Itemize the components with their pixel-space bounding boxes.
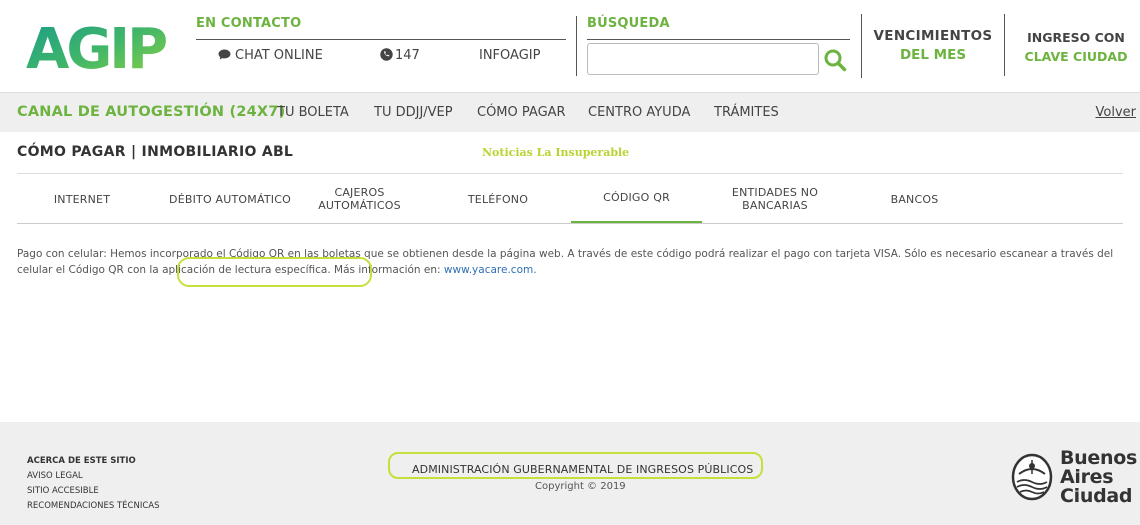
tab-entidades-line1: ENTIDADES NO <box>731 186 819 199</box>
page-title: CÓMO PAGAR | INMOBILIARIO ABL <box>17 144 294 160</box>
main-nav: CANAL DE AUTOGESTIÓN (24X7) TU BOLETA TU… <box>0 92 1140 132</box>
nav-item-tu-ddjj-vep[interactable]: TU DDJJ/VEP <box>374 105 453 120</box>
search-divider <box>587 39 850 40</box>
chat-online-label: CHAT ONLINE <box>235 48 323 63</box>
qr-info-paragraph: Pago con celular: Hemos incorporado el C… <box>17 247 1137 278</box>
tabs-divider <box>17 223 1123 224</box>
nav-brand[interactable]: CANAL DE AUTOGESTIÓN (24X7) <box>17 104 285 120</box>
news-label: Noticias La Insuperable <box>482 146 630 159</box>
site-header: AGIP EN CONTACTO CHAT ONLINE 147 INFOAGI… <box>0 0 1140 92</box>
phone-icon <box>380 48 393 61</box>
yacare-link[interactable]: www.yacare.com. <box>444 264 537 276</box>
infoagip-link[interactable]: INFOAGIP <box>479 48 540 63</box>
search-button[interactable] <box>821 46 849 74</box>
tab-internet[interactable]: INTERNET <box>37 174 127 224</box>
page: AGIP EN CONTACTO CHAT ONLINE 147 INFOAGI… <box>0 0 1140 525</box>
vencimientos-line1: VENCIMIENTOS <box>873 28 993 44</box>
nav-item-centro-ayuda[interactable]: CENTRO AYUDA <box>588 105 690 120</box>
chat-bubble-icon <box>218 49 231 60</box>
footer-accessible-link[interactable]: SITIO ACCESIBLE <box>27 484 160 499</box>
search-input[interactable] <box>587 43 819 75</box>
contact-title: EN CONTACTO <box>196 16 302 31</box>
ingreso-line2: CLAVE CIUDAD <box>1024 49 1128 64</box>
footer-tech-link[interactable]: RECOMENDACIONES TÉCNICAS <box>27 499 160 514</box>
footer-legal-link[interactable]: AVISO LEGAL <box>27 469 160 484</box>
tab-cajeros-line2: AUTOMÁTICOS <box>318 199 401 212</box>
nav-item-como-pagar[interactable]: CÓMO PAGAR <box>477 105 566 120</box>
tab-entidades-line2: BANCARIAS <box>742 199 808 212</box>
phone-link[interactable]: 147 <box>380 48 420 63</box>
buenos-aires-emblem-icon <box>1011 453 1053 501</box>
ingreso-clave-ciudad-link[interactable]: INGRESO CON CLAVE CIUDAD <box>1020 28 1132 66</box>
agip-logo[interactable]: AGIP <box>26 20 176 72</box>
ingreso-line1: INGRESO CON <box>1027 30 1125 45</box>
site-footer: ACERCA DE ESTE SITIO AVISO LEGAL SITIO A… <box>0 422 1140 525</box>
chat-online-link[interactable]: CHAT ONLINE <box>218 48 323 63</box>
vencimientos-line2: DEL MES <box>899 47 967 63</box>
footer-links: ACERCA DE ESTE SITIO AVISO LEGAL SITIO A… <box>27 454 160 514</box>
header-divider-3 <box>1004 14 1005 76</box>
footer-copyright: Copyright © 2019 <box>535 481 626 492</box>
nav-item-tramites[interactable]: TRÁMITES <box>714 105 779 120</box>
ba-line3: Ciudad <box>1060 485 1133 507</box>
qr-info-text: Pago con celular: Hemos incorporado el C… <box>17 248 1114 276</box>
tab-telefono[interactable]: TELÉFONO <box>447 174 549 224</box>
agip-logo-text: AGIP <box>26 20 166 72</box>
tab-cajeros-line1: CAJEROS <box>334 186 385 199</box>
tab-cajeros-automaticos[interactable]: CAJEROS AUTOMÁTICOS <box>307 174 412 224</box>
tab-codigo-qr[interactable]: CÓDIGO QR <box>571 174 702 224</box>
phone-label: 147 <box>395 48 420 63</box>
tab-debito-automatico[interactable]: DÉBITO AUTOMÁTICO <box>155 174 305 224</box>
header-divider-2 <box>861 14 862 78</box>
back-link[interactable]: Volver <box>1096 105 1137 120</box>
contact-divider <box>196 39 566 40</box>
magnifier-icon <box>824 49 847 72</box>
tab-bancos[interactable]: BANCOS <box>867 174 962 224</box>
header-divider-1 <box>576 16 577 76</box>
vencimientos-link[interactable]: VENCIMIENTOS DEL MES <box>868 27 998 65</box>
more-info-label: Más información en: <box>334 263 444 276</box>
footer-about-link[interactable]: ACERCA DE ESTE SITIO <box>27 454 160 469</box>
buenos-aires-ciudad-logo[interactable]: Buenos Aires Ciudad <box>1060 449 1137 506</box>
tab-entidades-no-bancarias[interactable]: ENTIDADES NO BANCARIAS <box>714 174 836 224</box>
contact-links: CHAT ONLINE 147 INFOAGIP <box>196 48 566 68</box>
footer-org-name: ADMINISTRACIÓN GUBERNAMENTAL DE INGRESOS… <box>412 463 754 476</box>
payment-tabs: INTERNET DÉBITO AUTOMÁTICO CAJEROS AUTOM… <box>17 174 1123 224</box>
search-title: BÚSQUEDA <box>587 16 670 31</box>
nav-item-tu-boleta[interactable]: TU BOLETA <box>277 105 349 120</box>
